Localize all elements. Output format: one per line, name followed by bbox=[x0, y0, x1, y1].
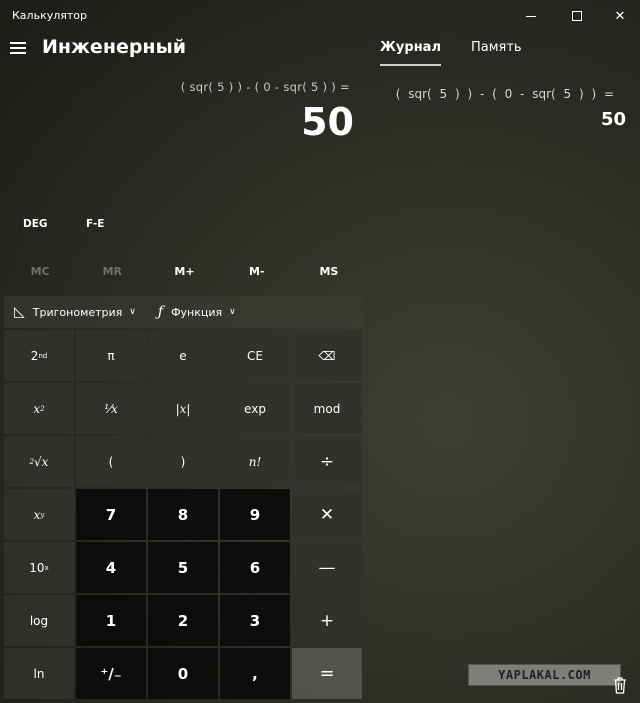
mc-button[interactable]: MC bbox=[4, 258, 76, 288]
deg-button[interactable]: DEG bbox=[23, 218, 48, 230]
backspace-button[interactable]: ⌫ bbox=[292, 330, 362, 381]
multiply-button[interactable]: ✕ bbox=[292, 489, 362, 540]
result-display: 50 bbox=[301, 100, 354, 144]
chevron-down-icon: ∨ bbox=[229, 307, 236, 317]
digit-7-button[interactable]: 7 bbox=[76, 489, 146, 540]
minimize-button[interactable] bbox=[508, 0, 554, 32]
trig-dropdown[interactable]: ◺ Тригонометрия ∨ bbox=[14, 304, 136, 320]
memory-row: MC MR M+ M- MS bbox=[4, 258, 365, 288]
page-title: Инженерный bbox=[42, 36, 187, 58]
close-button[interactable]: ✕ bbox=[600, 0, 640, 32]
minimize-icon bbox=[526, 15, 536, 17]
window-title: Калькулятор bbox=[12, 9, 87, 22]
history-result[interactable]: 50 bbox=[601, 109, 626, 130]
function-bar: ◺ Тригонометрия ∨ ƒ Функция ∨ bbox=[4, 296, 362, 328]
menu-icon[interactable] bbox=[10, 42, 26, 54]
trash-icon[interactable] bbox=[612, 676, 628, 694]
trig-label: Тригонометрия bbox=[32, 305, 123, 319]
side-tabs: Журнал Память bbox=[380, 40, 552, 66]
expression-display: ( sqr( 5 ) ) - ( 0 - sqr( 5 ) ) = bbox=[180, 80, 350, 94]
log-button[interactable]: log bbox=[4, 595, 74, 646]
chevron-down-icon: ∨ bbox=[129, 307, 136, 317]
function-label: Функция bbox=[171, 305, 223, 319]
mode-row: DEG F-E bbox=[0, 212, 365, 240]
second-button[interactable]: 2nd bbox=[4, 330, 74, 381]
digit-9-button[interactable]: 9 bbox=[220, 489, 290, 540]
backspace-icon: ⌫ bbox=[318, 348, 336, 363]
exp-button[interactable]: exp bbox=[220, 383, 290, 434]
divide-button[interactable]: ÷ bbox=[292, 436, 362, 487]
ce-button[interactable]: CE bbox=[220, 330, 290, 381]
abs-button[interactable]: |x| bbox=[148, 383, 218, 434]
app-header: Инженерный bbox=[0, 32, 365, 68]
digit-8-button[interactable]: 8 bbox=[148, 489, 218, 540]
m-minus-button[interactable]: M- bbox=[221, 258, 293, 288]
close-paren-button[interactable]: ) bbox=[148, 436, 218, 487]
square-button[interactable]: x2 bbox=[4, 383, 74, 434]
keypad: 2nd π e CE ⌫ x2 ¹⁄x |x| exp mod 2 √x ( ) … bbox=[4, 330, 364, 700]
digit-6-button[interactable]: 6 bbox=[220, 542, 290, 593]
digit-0-button[interactable]: 0 bbox=[148, 648, 218, 699]
digit-1-button[interactable]: 1 bbox=[76, 595, 146, 646]
reciprocal-button[interactable]: ¹⁄x bbox=[76, 383, 146, 434]
mod-button[interactable]: mod bbox=[292, 383, 362, 434]
digit-3-button[interactable]: 3 bbox=[220, 595, 290, 646]
pi-button[interactable]: π bbox=[76, 330, 146, 381]
plus-button[interactable]: + bbox=[292, 595, 362, 646]
open-paren-button[interactable]: ( bbox=[76, 436, 146, 487]
ln-button[interactable]: ln bbox=[4, 648, 74, 699]
ms-button[interactable]: MS bbox=[293, 258, 365, 288]
power-button[interactable]: xy bbox=[4, 489, 74, 540]
decimal-button[interactable]: , bbox=[220, 648, 290, 699]
fe-button[interactable]: F-E bbox=[86, 218, 104, 230]
ten-power-button[interactable]: 10 x bbox=[4, 542, 74, 593]
function-icon: ƒ bbox=[157, 304, 164, 320]
function-dropdown[interactable]: ƒ Функция ∨ bbox=[158, 304, 236, 320]
close-icon: ✕ bbox=[614, 8, 626, 24]
equals-button[interactable]: = bbox=[292, 648, 362, 699]
watermark: YAPLAKAL.COM bbox=[468, 664, 621, 686]
factorial-button[interactable]: n! bbox=[220, 436, 290, 487]
title-bar: Калькулятор ✕ bbox=[0, 0, 640, 32]
maximize-icon bbox=[572, 11, 582, 21]
digit-2-button[interactable]: 2 bbox=[148, 595, 218, 646]
minus-button[interactable]: — bbox=[292, 542, 362, 593]
digit-5-button[interactable]: 5 bbox=[148, 542, 218, 593]
mr-button[interactable]: MR bbox=[76, 258, 148, 288]
tab-memory[interactable]: Память bbox=[471, 40, 522, 66]
history-expression[interactable]: ( sqr( 5 ) ) - ( 0 - sqr( 5 ) ) = bbox=[396, 87, 614, 101]
maximize-button[interactable] bbox=[554, 0, 600, 32]
negate-button[interactable]: ⁺∕₋ bbox=[76, 648, 146, 699]
tab-history[interactable]: Журнал bbox=[380, 40, 441, 66]
triangle-icon: ◺ bbox=[14, 304, 25, 320]
digit-4-button[interactable]: 4 bbox=[76, 542, 146, 593]
e-button[interactable]: e bbox=[148, 330, 218, 381]
m-plus-button[interactable]: M+ bbox=[148, 258, 220, 288]
sqrt-button[interactable]: 2 √x bbox=[4, 436, 74, 487]
